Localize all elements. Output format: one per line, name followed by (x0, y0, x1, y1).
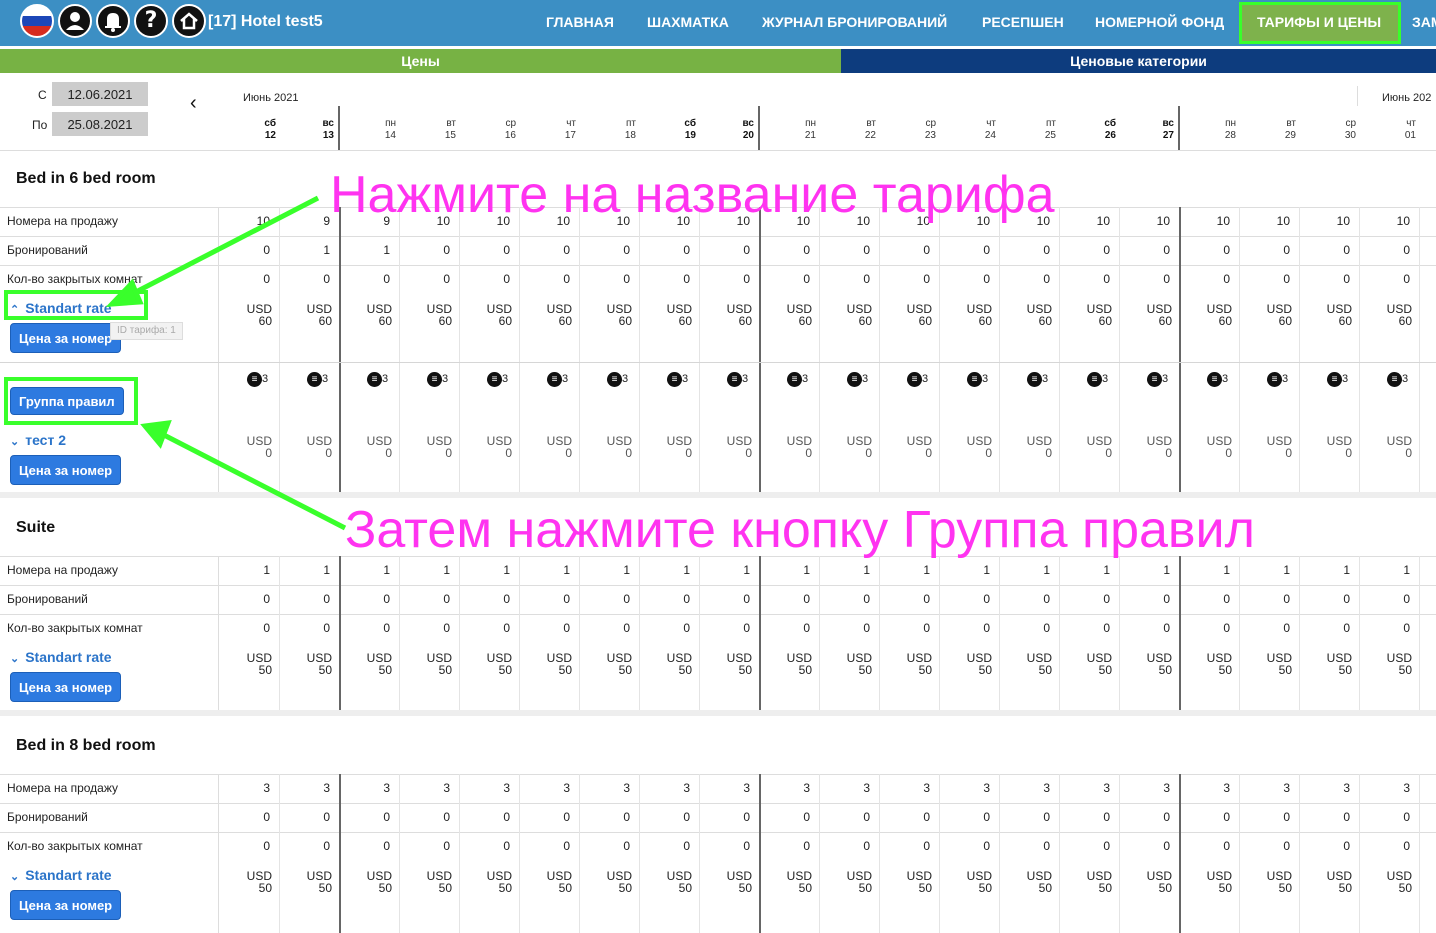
annotation-top: Нажмите на название тарифа (330, 166, 1055, 224)
annotation-bottom: Затем нажмите кнопку Группа правил (345, 501, 1255, 559)
annotation-arrows (105, 195, 347, 531)
